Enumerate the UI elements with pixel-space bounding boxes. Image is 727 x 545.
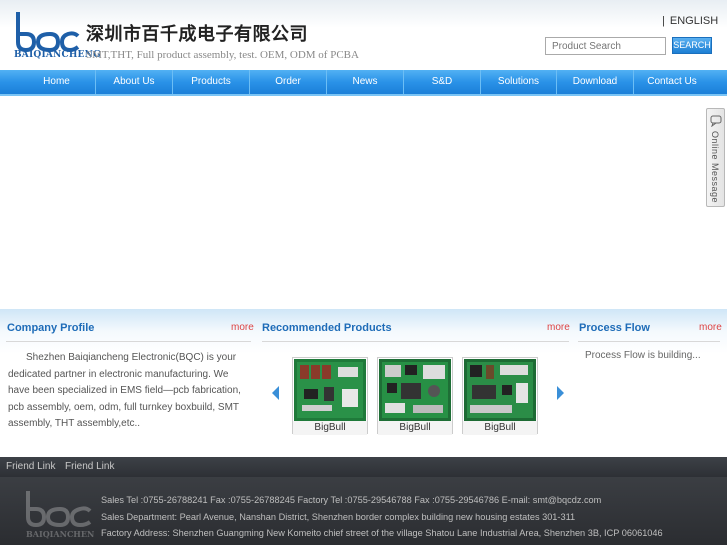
nav-home[interactable]: Home [18,70,95,94]
recommended-products-more-link[interactable]: more [547,322,570,333]
friend-links-bar: Friend Link Friend Link [0,457,727,477]
pcb-board-image [294,359,366,421]
company-profile-more-link[interactable]: more [231,322,254,333]
footer-logo-icon: BAIQIANCHENG [26,491,94,539]
chat-bubble-icon [710,115,722,127]
footer-sales-address: Sales Department: Pearl Avenue, Nanshan … [101,512,576,522]
search-button[interactable]: SEARCH [672,37,712,54]
product-label: BigBull [293,421,367,435]
nav-s-and-d[interactable]: S&D [404,70,480,94]
company-profile-text: Shezhen Baiqiancheng Electronic(BQC) is … [8,352,241,429]
nav-contact-us[interactable]: Contact Us [634,70,710,94]
online-message-tab[interactable]: Online Message [706,108,725,207]
nav-download[interactable]: Download [557,70,633,94]
section-divider [578,341,720,342]
footer-factory-address: Factory Address: Shenzhen Guangming New … [101,528,663,538]
footer-logo-text: BAIQIANCHENG [26,529,94,539]
nav-about-us[interactable]: About Us [96,70,172,94]
nav-products[interactable]: Products [173,70,249,94]
section-divider [262,341,569,342]
friend-link[interactable]: Friend Link [6,461,55,472]
nav-news[interactable]: News [327,70,403,94]
carousel-next-icon[interactable] [557,386,564,400]
company-profile-title: Company Profile [7,322,95,334]
lang-separator: | [662,15,665,27]
product-card[interactable]: BigBull [462,357,538,435]
recommended-products-title: Recommended Products [262,322,392,334]
english-link[interactable]: ENGLISH [670,15,718,27]
footer-contact-line: Sales Tel :0755-26788241 Fax :0755-26788… [101,495,602,505]
product-search-input[interactable] [545,37,666,55]
nav-order[interactable]: Order [250,70,326,94]
language-switch[interactable]: | ENGLISH [662,15,718,27]
pcb-board-image [379,359,451,421]
product-label: BigBull [463,421,537,435]
pcb-board-image [464,359,536,421]
product-card[interactable]: BigBull [292,357,368,435]
process-flow-text: Process Flow is building... [585,350,701,361]
product-label: BigBull [378,421,452,435]
process-flow-more-link[interactable]: more [699,322,722,333]
section-divider [6,341,251,342]
process-flow-title: Process Flow [579,322,650,334]
banner-area [0,97,727,309]
nav-solutions[interactable]: Solutions [481,70,556,94]
carousel-prev-icon[interactable] [272,386,279,400]
product-card[interactable]: BigBull [377,357,453,435]
online-message-label: Online Message [710,131,720,204]
company-tagline: SMT,THT, Full product assembly, test. OE… [86,49,359,61]
friend-link[interactable]: Friend Link [65,461,114,472]
main-nav: Home About Us Products Order News S&D So… [0,70,727,96]
company-name-cn: 深圳市百千成电子有限公司 [86,24,308,45]
